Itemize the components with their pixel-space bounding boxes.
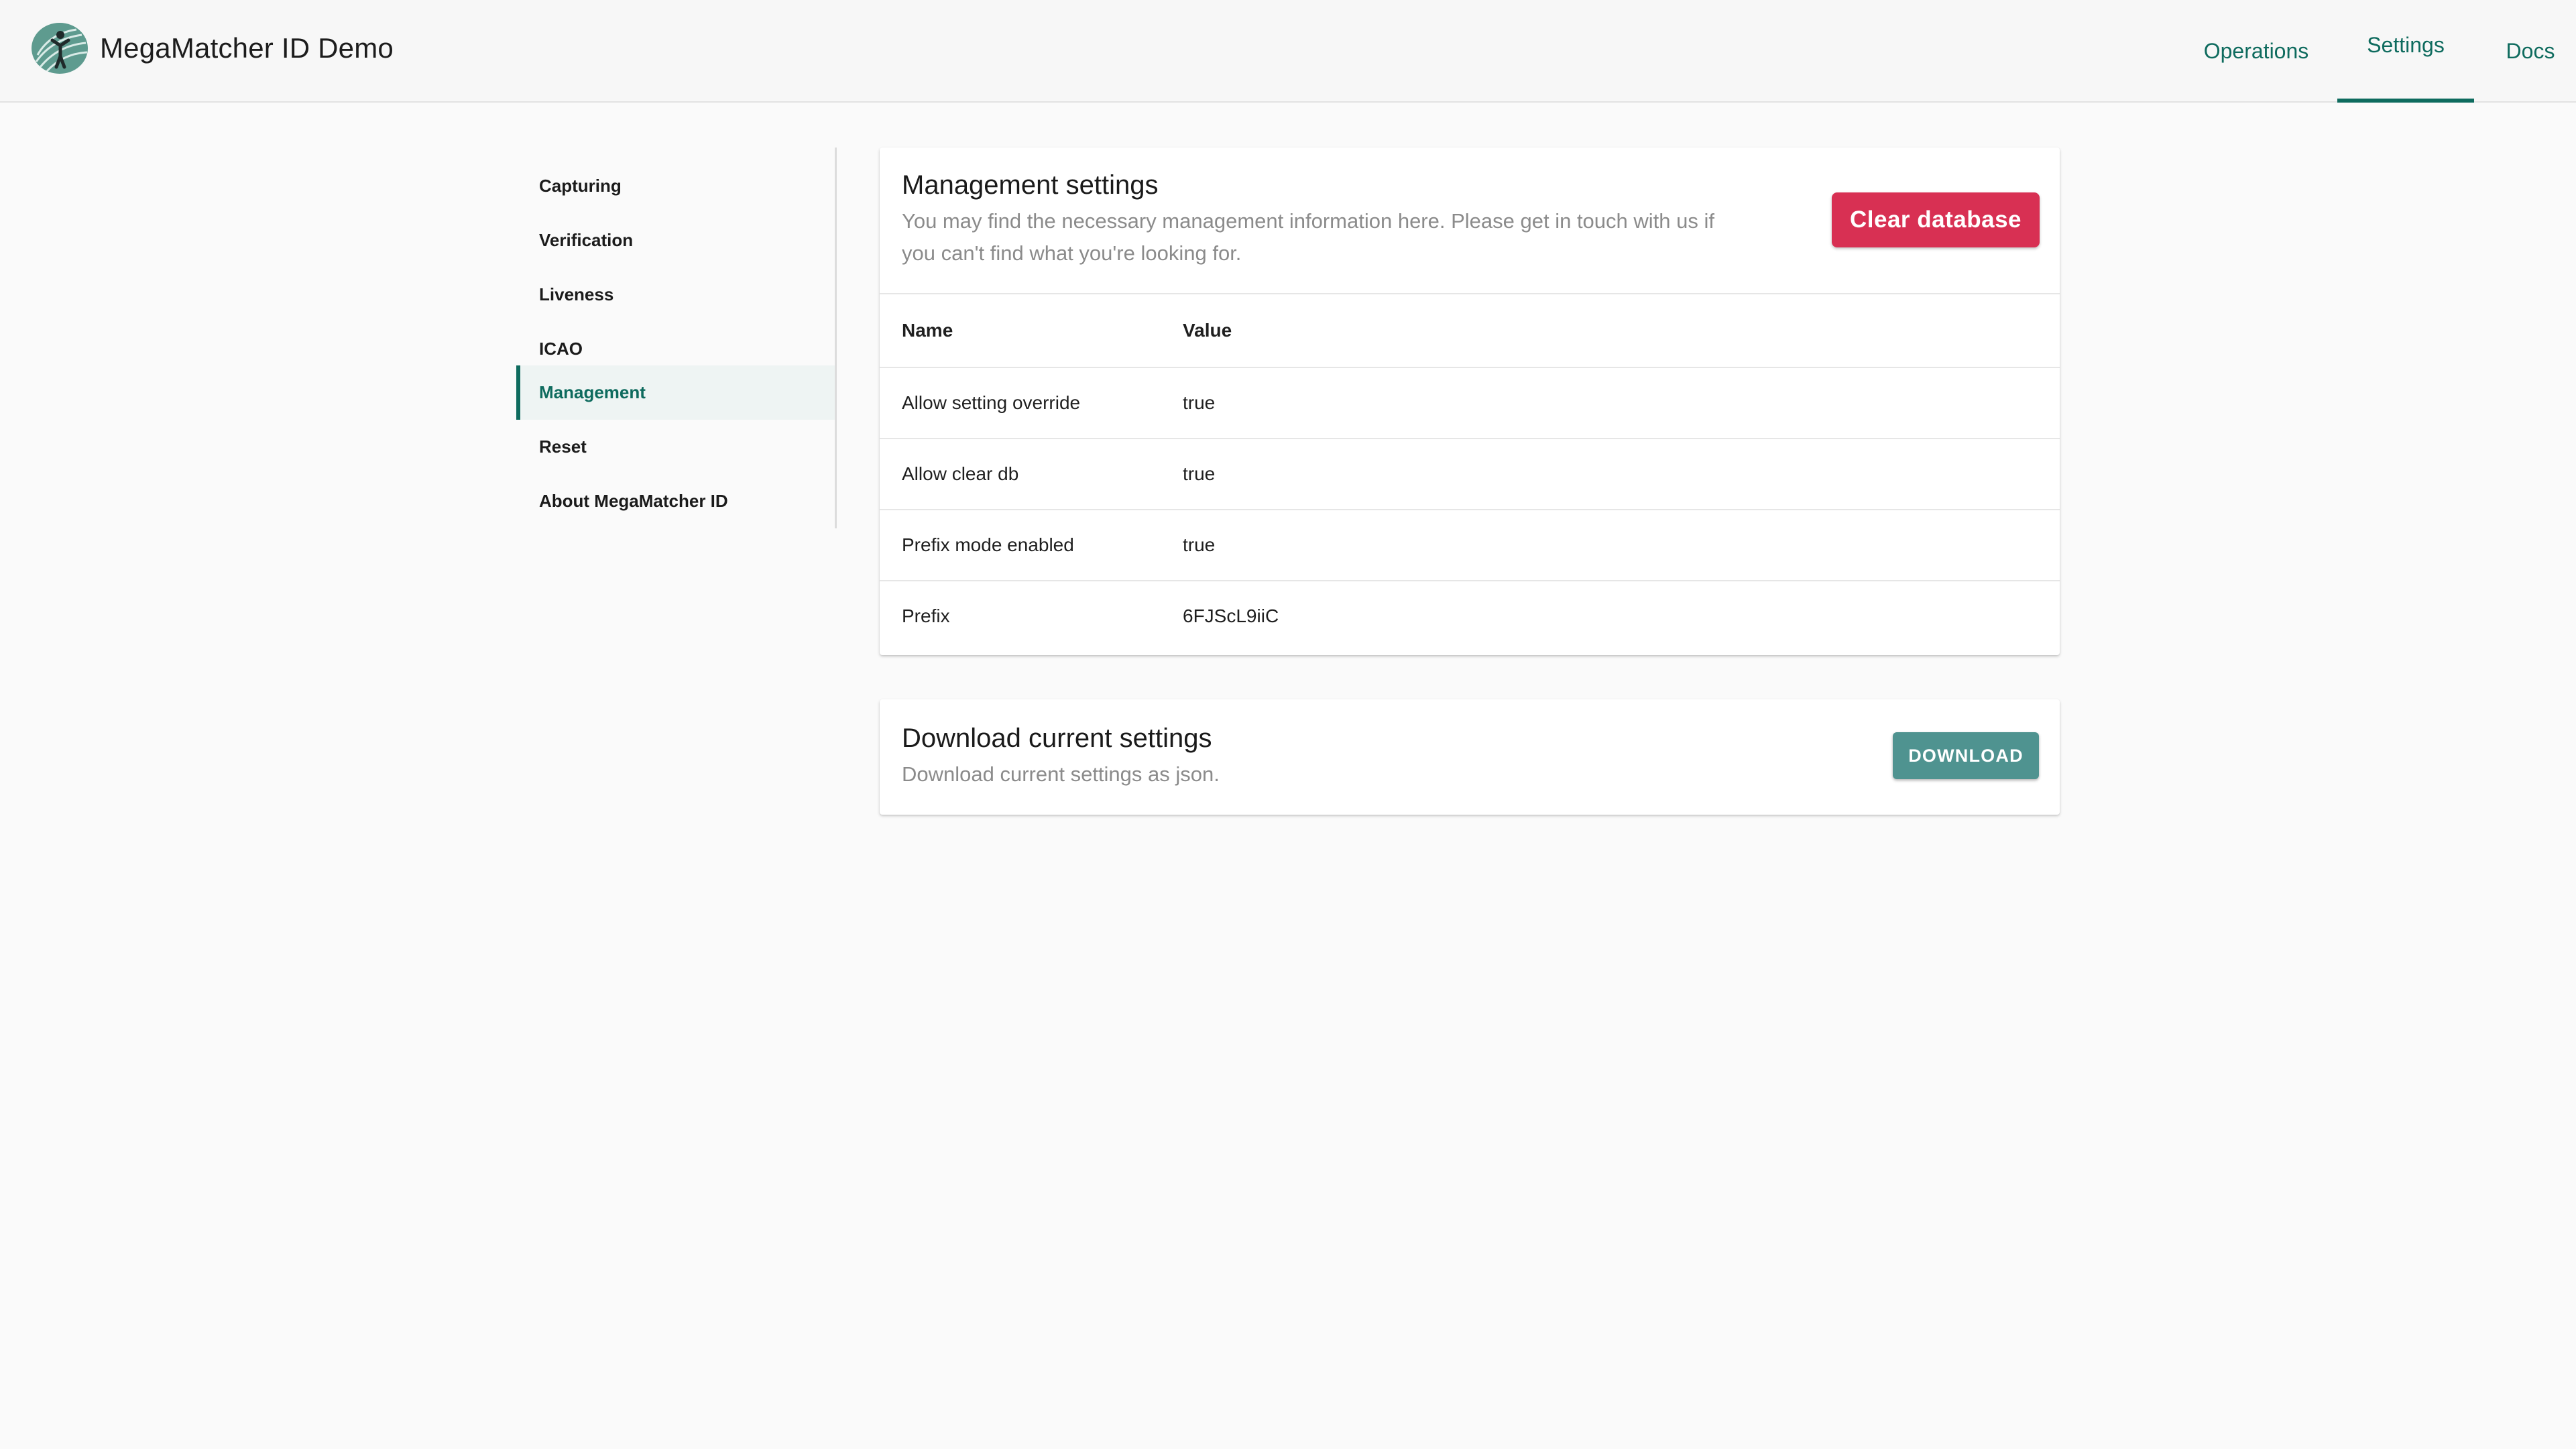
sidebar-item-capturing[interactable]: Capturing — [516, 159, 835, 213]
management-description: You may find the necessary management in… — [902, 209, 1714, 265]
nav-operations[interactable]: Operations — [2186, 0, 2327, 103]
sidebar-item-label: Verification — [539, 230, 634, 250]
sidebar-item-label: Capturing — [539, 176, 622, 196]
table-row: Allow setting override true — [880, 367, 2060, 438]
management-settings-card: Management settings You may find the nec… — [880, 148, 2060, 655]
download-title: Download current settings — [902, 723, 1212, 753]
sidebar-item-management[interactable]: Management — [516, 365, 835, 420]
nav-docs[interactable]: Docs — [2485, 0, 2576, 103]
nav-settings[interactable]: Settings — [2337, 0, 2474, 103]
sidebar-item-reset[interactable]: Reset — [516, 420, 835, 474]
row-value: true — [1183, 463, 1216, 484]
download-settings-card: Download current settings Download curre… — [880, 699, 2060, 815]
settings-sidebar: Capturing Verification Liveness ICAO Man… — [516, 148, 837, 528]
sidebar-item-label: ICAO — [539, 339, 583, 359]
sidebar-item-about[interactable]: About MegaMatcher ID — [516, 474, 835, 528]
row-value: true — [1183, 534, 1216, 555]
nav-settings-label: Settings — [2367, 33, 2445, 57]
sidebar-item-liveness[interactable]: Liveness — [516, 268, 835, 322]
column-header-value: Value — [1183, 320, 1232, 341]
row-name: Prefix — [902, 605, 950, 626]
row-name: Allow clear db — [902, 463, 1019, 484]
sidebar-item-label: Reset — [539, 437, 587, 457]
fingerprint-person-icon[interactable] — [30, 20, 90, 76]
row-value: true — [1183, 392, 1216, 413]
download-description: Download current settings as json. — [902, 762, 1220, 786]
sidebar-item-label: Management — [539, 382, 646, 402]
sidebar-item-verification[interactable]: Verification — [516, 213, 835, 268]
row-name: Prefix mode enabled — [902, 534, 1074, 555]
table-header-row: Name Value — [880, 293, 2060, 367]
sidebar-item-label: About MegaMatcher ID — [539, 491, 728, 511]
download-button[interactable]: DOWNLOAD — [1893, 732, 2039, 779]
sidebar-item-label: Liveness — [539, 284, 614, 304]
top-app-bar: MegaMatcher ID Demo Operations Settings … — [0, 0, 2576, 103]
management-table: Name Value Allow setting override true A… — [880, 293, 2060, 651]
clear-database-button[interactable]: Clear database — [1832, 192, 2040, 247]
table-row: Prefix 6FJScL9iiC — [880, 580, 2060, 651]
row-value: 6FJScL9iiC — [1183, 605, 1279, 626]
nav-operations-label: Operations — [2203, 39, 2309, 63]
row-name: Allow setting override — [902, 392, 1081, 413]
column-header-name: Name — [902, 320, 953, 341]
nav-docs-label: Docs — [2506, 39, 2555, 63]
table-row: Allow clear db true — [880, 438, 2060, 509]
app-title: MegaMatcher ID Demo — [100, 32, 394, 64]
table-row: Prefix mode enabled true — [880, 509, 2060, 580]
management-title: Management settings — [902, 170, 1159, 200]
